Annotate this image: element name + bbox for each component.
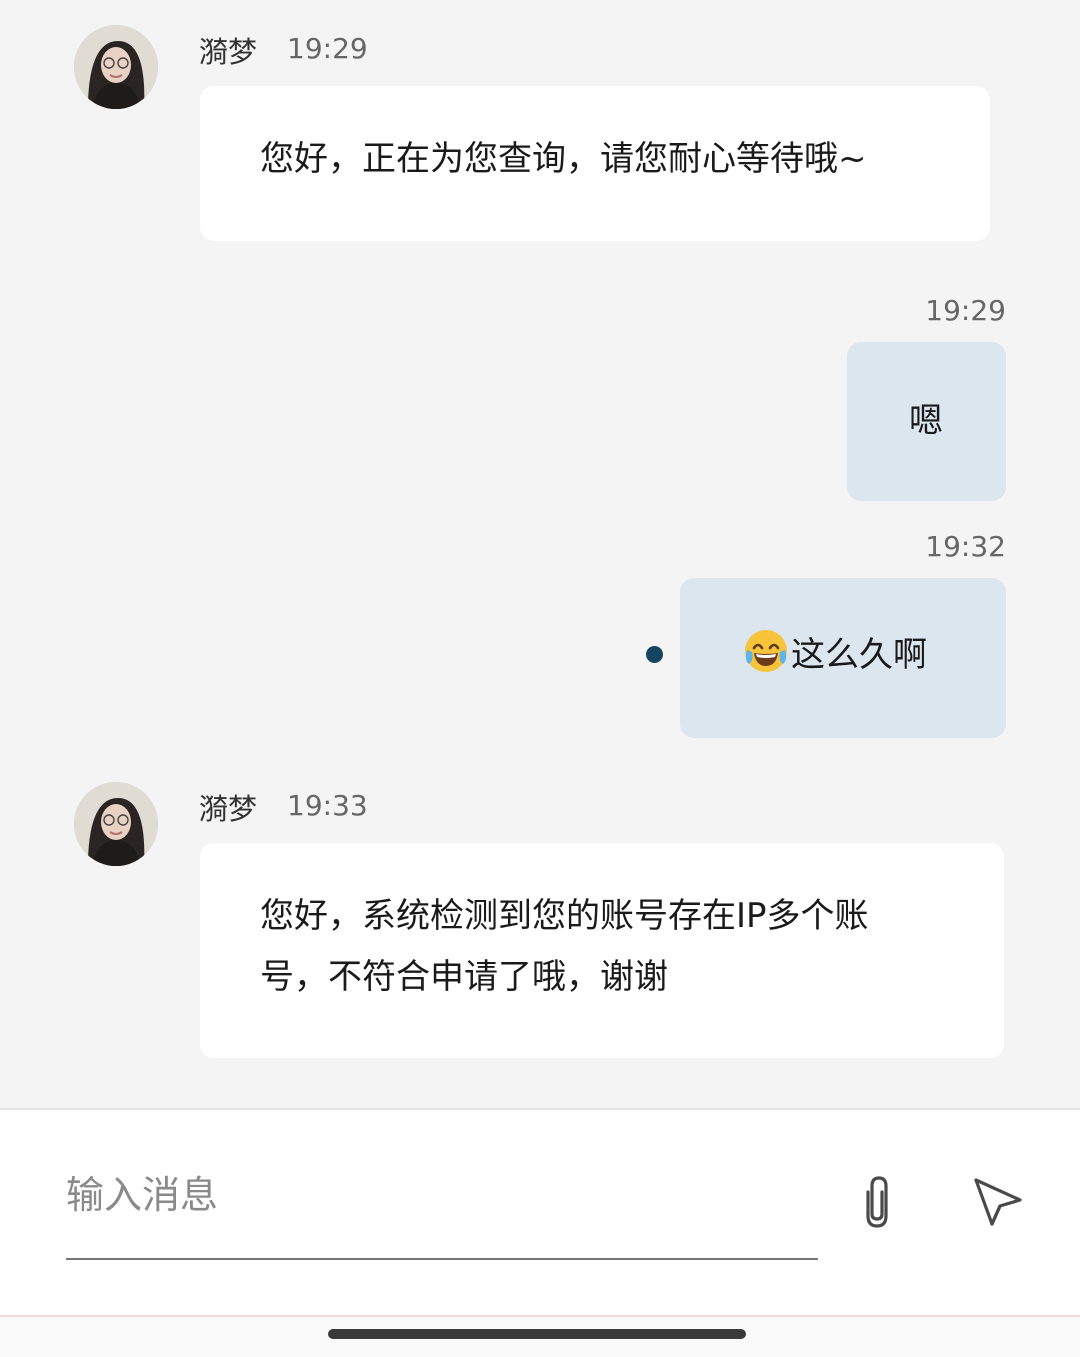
send-button[interactable] <box>970 1174 1026 1230</box>
message-timestamp: 19:29 <box>925 294 1006 327</box>
message-timestamp: 19:29 <box>287 32 368 65</box>
system-navigation-area <box>0 1315 1080 1357</box>
sender-name: 漪梦 <box>199 35 258 69</box>
message-input[interactable] <box>66 1160 818 1260</box>
message-text: 这么久啊 <box>791 635 927 675</box>
send-icon <box>974 1178 1022 1226</box>
message-text: 您好，正在为您查询，请您耐心等待哦~ <box>260 139 867 179</box>
agent-avatar[interactable] <box>74 25 158 109</box>
outgoing-message-bubble[interactable]: 这么久啊 <box>680 578 1006 738</box>
outgoing-message-bubble[interactable]: 嗯 <box>847 342 1006 501</box>
incoming-message-bubble[interactable]: 您好，正在为您查询，请您耐心等待哦~ <box>200 86 990 241</box>
unread-indicator-dot <box>646 646 663 663</box>
message-text: 嗯 <box>909 401 943 441</box>
sender-name: 漪梦 <box>199 792 258 826</box>
home-indicator[interactable] <box>328 1329 746 1339</box>
incoming-message-bubble[interactable]: 您好，系统检测到您的账号存在IP多个账 号，不符合申请了哦，谢谢 <box>200 843 1004 1058</box>
message-composer <box>0 1108 1080 1315</box>
message-text-line: 号，不符合申请了哦，谢谢 <box>260 957 668 997</box>
chat-thread: 漪梦 19:29 您好，正在为您查询，请您耐心等待哦~ 19:29 嗯 19:3… <box>0 0 1080 1110</box>
paperclip-icon <box>866 1176 888 1228</box>
message-timestamp: 19:33 <box>287 789 368 822</box>
message-timestamp: 19:32 <box>925 530 1006 563</box>
attach-button[interactable] <box>852 1172 902 1232</box>
agent-avatar[interactable] <box>74 782 158 866</box>
message-text-line: 您好，系统检测到您的账号存在IP多个账 <box>260 896 869 936</box>
tears-of-joy-emoji <box>745 630 787 672</box>
